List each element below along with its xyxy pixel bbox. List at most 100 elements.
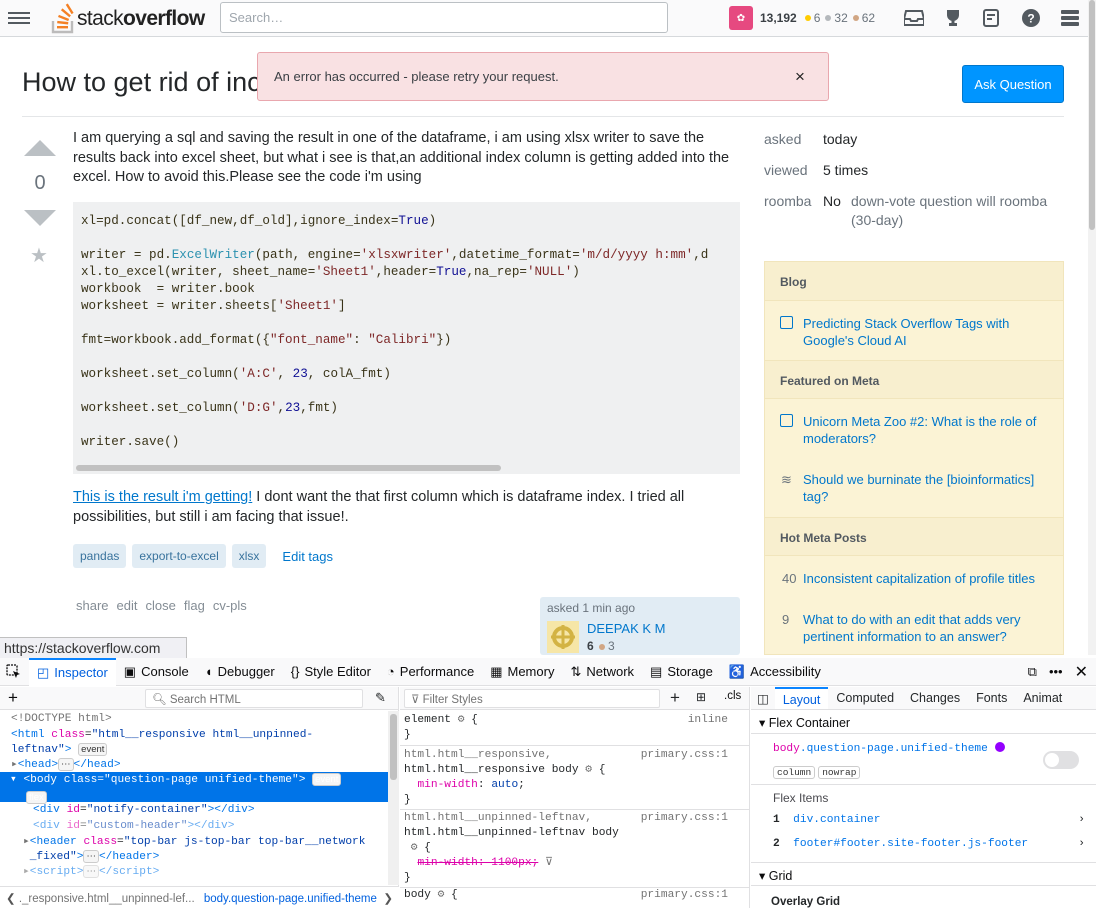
search-icon: 🔍︎	[152, 694, 167, 706]
downvote-arrow-icon[interactable]	[24, 210, 56, 226]
hot-meta-text[interactable]: What to do with an edit that adds very p…	[803, 611, 1048, 645]
flex-item-1[interactable]: 1 div.container ›	[773, 814, 1085, 826]
cv-pls-link[interactable]: cv-pls	[213, 598, 247, 613]
tab-fonts[interactable]: Fonts	[968, 687, 1015, 709]
script-node[interactable]: ▸<script> ⋯ </script>	[23, 865, 159, 880]
search-html-input[interactable]: 🔍︎ Search HTML	[145, 689, 363, 708]
unpinned-rule[interactable]: html.html__unpinned-leftnav, html.html__…	[404, 811, 744, 886]
viewed-value: 5 times	[823, 162, 869, 178]
inbox-icon[interactable]	[903, 8, 925, 28]
toggle-pseudo-icon[interactable]: ⊞	[696, 690, 706, 704]
tag-xlsx[interactable]: xlsx	[231, 544, 267, 568]
arrows-icon: ⇅	[570, 663, 582, 679]
hot-meta-text[interactable]: Inconsistent capitalization of profile t…	[803, 570, 1048, 587]
tab-network[interactable]: ⇅ Network	[562, 658, 642, 686]
tab-animations[interactable]: Animat	[1015, 687, 1070, 709]
tag-export-to-excel[interactable]: export-to-excel	[132, 544, 226, 568]
breadcrumb-html[interactable]: ._responsive.html__unpinned-lef...	[19, 893, 195, 905]
eyedropper-icon[interactable]: ✎	[375, 690, 386, 706]
owner-rep-count: 6	[587, 639, 594, 653]
tab-storage[interactable]: ▤ Storage	[642, 658, 721, 686]
hamburger-menu-icon[interactable]	[8, 9, 30, 27]
breadcrumb-back-icon[interactable]: ❮	[6, 893, 16, 905]
header-node[interactable]: ▸<header class="top-bar js-top-bar top-b…	[23, 835, 365, 865]
dock-icon[interactable]: ⧉	[1020, 658, 1045, 686]
rule-source[interactable]: primary.css:1	[641, 888, 728, 903]
tab-style-editor[interactable]: {} Style Editor	[283, 658, 379, 686]
pill-column: column	[773, 766, 816, 779]
selected-body-node[interactable]: ▾ <body class="question-page unified-the…	[0, 772, 388, 804]
chip-icon: ▦	[490, 663, 503, 679]
cls-button[interactable]: .cls	[724, 690, 741, 702]
element-picker-icon[interactable]	[0, 658, 29, 686]
element-rule[interactable]: element ⚙ { } inline	[404, 713, 744, 743]
flex-color-swatch[interactable]	[994, 742, 1005, 752]
tab-inspector[interactable]: ◰ Inspector	[29, 657, 116, 686]
add-rule-icon[interactable]: +	[670, 688, 680, 708]
search-input[interactable]: Search…	[220, 2, 668, 33]
review-queue-icon[interactable]	[981, 8, 1003, 28]
user-reputation[interactable]: ✿ 13,192 6 32 62	[729, 6, 875, 30]
close-link[interactable]: close	[146, 598, 176, 613]
more-options-icon[interactable]: •••	[1045, 658, 1067, 686]
markup-toolbar: + 🔍︎ Search HTML ✎	[0, 687, 398, 710]
breadcrumb-forward-icon[interactable]: ❯	[383, 891, 393, 905]
flex-highlight-toggle[interactable]	[1043, 751, 1079, 769]
rule-source[interactable]: primary.css:1	[641, 811, 728, 826]
notify-container-node[interactable]: <div id="notify-container"></div>	[33, 803, 255, 818]
rule-source[interactable]: inline	[688, 713, 728, 728]
layout-panel: ◫ Layout Computed Changes Fonts Animat ▾…	[751, 687, 1096, 908]
site-logo[interactable]: stackoverflow	[48, 0, 208, 37]
filter-styles-input[interactable]: ⊽ Filter Styles	[404, 689, 660, 708]
meta-item-text[interactable]: Should we burninate the [bioinformatics]…	[803, 471, 1048, 505]
markup-scrollbar[interactable]	[388, 711, 399, 885]
share-link[interactable]: share	[76, 598, 109, 613]
event-badge[interactable]: event	[78, 743, 108, 756]
tab-console[interactable]: ▣ Console	[116, 658, 197, 686]
flex-item-2[interactable]: 2 footer#footer.site-footer.js-footer ›	[773, 838, 1085, 850]
favorite-star-icon[interactable]: ★	[30, 243, 48, 268]
body-rule[interactable]: body ⚙ {primary.css:1	[404, 888, 744, 903]
blog-item-text[interactable]: Predicting Stack Overflow Tags with Goog…	[803, 315, 1048, 349]
code-scrollbar[interactable]	[76, 465, 501, 471]
tab-performance[interactable]: ◔ Performance	[379, 658, 482, 686]
result-link[interactable]: This is the result i'm getting!	[73, 489, 252, 505]
tab-accessibility[interactable]: ♿ Accessibility	[721, 658, 829, 686]
flex-container-section[interactable]: ▾ Flex Container	[751, 710, 1096, 734]
breadcrumb-body[interactable]: body.question-page.unified-theme	[204, 893, 377, 905]
responsive-rule[interactable]: html.html__responsive, html.html__respon…	[404, 748, 744, 808]
head-node[interactable]: ▸<head> ⋯ </head>	[11, 758, 121, 773]
grid-section[interactable]: ▾ Grid	[751, 862, 1096, 886]
rule-source[interactable]: primary.css:1	[641, 748, 728, 763]
event-badge[interactable]: event	[312, 773, 342, 786]
upvote-arrow-icon[interactable]	[24, 140, 56, 156]
tab-debugger[interactable]: ◖ Debugger	[197, 658, 283, 686]
flag-link[interactable]: flag	[184, 598, 205, 613]
close-icon[interactable]: ×	[795, 67, 805, 87]
page-scrollbar-thumb[interactable]	[1089, 0, 1095, 230]
achievements-icon[interactable]	[942, 8, 964, 28]
flex-selector[interactable]: body.question-page.unified-theme	[773, 742, 1005, 755]
tab-layout[interactable]: Layout	[774, 687, 829, 709]
owner-name[interactable]: DEEPAK K M	[587, 621, 666, 636]
edit-tags-link[interactable]: Edit tags	[282, 549, 333, 564]
meta-item-text[interactable]: Unicorn Meta Zoo #2: What is the role of…	[803, 413, 1048, 447]
hot-meta-count: 40	[782, 571, 797, 586]
html-node[interactable]: <html class="html__responsive html__unpi…	[11, 728, 313, 758]
tab-changes[interactable]: Changes	[902, 687, 968, 709]
tab-memory[interactable]: ▦ Memory	[482, 658, 562, 686]
tab-computed[interactable]: Computed	[828, 687, 902, 709]
filter-icon: ⊽	[411, 694, 420, 706]
custom-header-node[interactable]: <div id="custom-header"></div>	[33, 819, 234, 834]
ask-question-button[interactable]: Ask Question	[962, 65, 1064, 103]
edit-link[interactable]: edit	[117, 598, 138, 613]
tag-pandas[interactable]: pandas	[73, 544, 127, 568]
owner-avatar[interactable]	[547, 621, 579, 653]
doctype-node[interactable]: <!DOCTYPE html>	[11, 712, 112, 727]
sidebar-toggle-icon[interactable]: ◫	[751, 687, 775, 709]
question-title[interactable]: How to get rid of inc	[22, 67, 261, 98]
close-devtools-icon[interactable]: ✕	[1067, 658, 1096, 686]
add-node-icon[interactable]: +	[8, 688, 18, 708]
help-icon[interactable]: ?	[1020, 8, 1042, 28]
site-switcher-icon[interactable]	[1059, 8, 1081, 28]
